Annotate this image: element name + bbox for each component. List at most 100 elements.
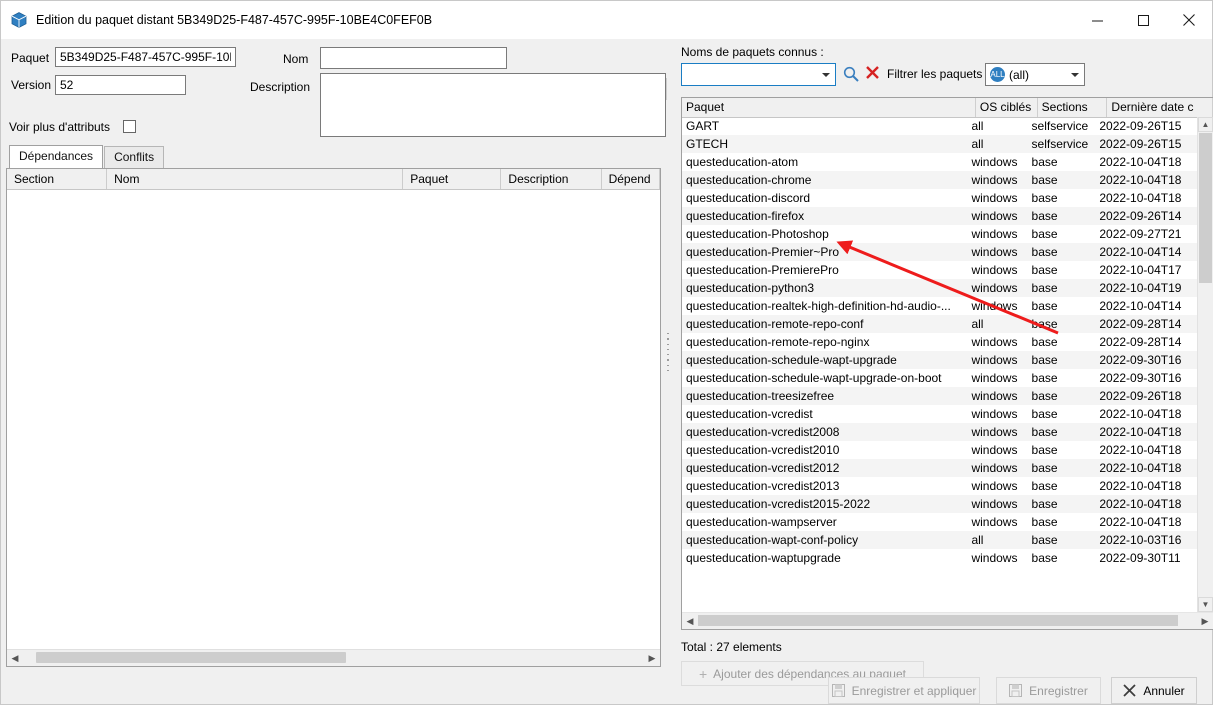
table-row[interactable]: questeducation-realtek-high-definition-h… — [682, 297, 1198, 315]
vscroll-thumb[interactable] — [1199, 133, 1212, 283]
chevron-down-icon[interactable] — [1071, 73, 1079, 77]
chevron-down-icon[interactable] — [822, 73, 830, 77]
col-header-date[interactable]: Dernière date c — [1107, 98, 1213, 117]
description-textarea[interactable] — [320, 73, 666, 137]
voir-plus-attributs-label: Voir plus d'attributs — [9, 120, 111, 134]
nom-input[interactable] — [320, 47, 507, 69]
cell-section: base — [1031, 407, 1058, 421]
cell-paquet: GTECH — [686, 137, 728, 151]
packages-table[interactable]: Paquet OS ciblés Sections Dernière date … — [681, 97, 1213, 630]
scroll-right-icon[interactable]: ▶ — [1197, 613, 1213, 629]
table-row[interactable]: questeducation-vcredist2008 windows base 20… — [682, 423, 1198, 441]
packages-table-header: Paquet OS ciblés Sections Dernière date … — [682, 98, 1213, 118]
save-and-apply-button[interactable]: Enregistrer et appliquer — [828, 677, 980, 704]
table-row[interactable]: questeducation-Photoshop windows base 2022-… — [682, 225, 1198, 243]
filter-packages-value: (all) — [1009, 67, 1029, 82]
cell-date: 2022-09-28T14 — [1099, 335, 1182, 349]
dependencies-grid[interactable]: Section Nom Paquet Description Dépend ◀ … — [6, 168, 661, 667]
table-row[interactable]: questeducation-wapt-conf-policy all base 20… — [682, 531, 1198, 549]
scroll-up-icon[interactable]: ▲ — [1198, 117, 1213, 132]
table-row[interactable]: questeducation-vcredist2015-2022 windows b… — [682, 495, 1198, 513]
clear-search-icon[interactable] — [865, 65, 880, 85]
table-row[interactable]: questeducation-waptupgrade windows base 202… — [682, 549, 1198, 567]
close-button[interactable] — [1166, 1, 1212, 39]
tab-dependances[interactable]: Dépendances — [9, 145, 104, 168]
cell-os: windows — [971, 173, 1018, 187]
paquet-input[interactable] — [55, 47, 236, 67]
cell-section: base — [1031, 425, 1058, 439]
scroll-left-icon[interactable]: ◀ — [7, 650, 23, 666]
cell-date: 2022-10-04T18 — [1099, 497, 1182, 511]
table-row[interactable]: questeducation-vcredist2012 windows base 20… — [682, 459, 1198, 477]
maximize-button[interactable] — [1120, 1, 1166, 39]
packages-table-body[interactable]: GART all selfservice 2022-09-26T15 GTECH all s… — [682, 117, 1198, 612]
cell-paquet: questeducation-schedule-wapt-upgrade — [686, 353, 897, 367]
table-row[interactable]: questeducation-remote-repo-nginx windows b… — [682, 333, 1198, 351]
table-row[interactable]: GTECH all selfservice 2022-09-26T15 — [682, 135, 1198, 153]
package-search-input[interactable] — [682, 64, 835, 85]
cell-section: base — [1031, 371, 1058, 385]
title-bar: Edition du paquet distant 5B349D25-F487-… — [1, 1, 1212, 39]
table-row[interactable]: questeducation-vcredist windows base 2022-1… — [682, 405, 1198, 423]
table-row[interactable]: questeducation-remote-repo-conf all base 20… — [682, 315, 1198, 333]
cell-section: base — [1031, 389, 1058, 403]
cell-paquet: questeducation-wampserver — [686, 515, 837, 529]
table-row[interactable]: questeducation-firefox windows base 2022-09… — [682, 207, 1198, 225]
table-row[interactable]: questeducation-discord windows base 2022-10… — [682, 189, 1198, 207]
table-row[interactable]: questeducation-schedule-wapt-upgrade wind… — [682, 351, 1198, 369]
scroll-down-icon[interactable]: ▼ — [1198, 597, 1213, 612]
col-header-os[interactable]: OS ciblés — [976, 98, 1038, 117]
cell-section: base — [1031, 335, 1058, 349]
packages-hscrollbar[interactable]: ◀ ▶ — [682, 612, 1213, 629]
dep-col-paquet[interactable]: Paquet — [403, 169, 502, 189]
cell-paquet: questeducation-vcredist2012 — [686, 461, 840, 475]
dep-col-section[interactable]: Section — [7, 169, 108, 189]
known-packages-pane: Noms de paquets connus : Filtrer les paq… — [673, 39, 1213, 686]
save-button[interactable]: Enregistrer — [996, 677, 1101, 704]
table-row[interactable]: questeducation-schedule-wapt-upgrade-on-… — [682, 369, 1198, 387]
cell-date: 2022-09-26T15 — [1099, 137, 1182, 151]
col-header-paquet[interactable]: Paquet — [682, 98, 976, 117]
dep-col-description[interactable]: Description — [501, 169, 602, 189]
table-row[interactable]: questeducation-python3 windows base 2022-10… — [682, 279, 1198, 297]
filter-packages-combo[interactable]: ALL (all) — [985, 63, 1085, 86]
cell-section: base — [1031, 281, 1058, 295]
version-input[interactable] — [55, 75, 186, 95]
packages-vscrollbar[interactable]: ▲ ▼ — [1197, 117, 1213, 612]
dependencies-hscrollbar[interactable]: ◀ ▶ — [7, 649, 660, 666]
minimize-button[interactable] — [1074, 1, 1120, 39]
cell-os: windows — [971, 353, 1018, 367]
cancel-button[interactable]: Annuler — [1111, 677, 1197, 704]
cell-paquet: questeducation-Premier~Pro — [686, 245, 840, 259]
table-row[interactable]: questeducation-PremierePro windows base 202… — [682, 261, 1198, 279]
tab-conflits[interactable]: Conflits — [104, 146, 165, 168]
window-controls — [1074, 1, 1212, 39]
dep-col-nom[interactable]: Nom — [107, 169, 404, 189]
cell-os: windows — [971, 515, 1018, 529]
voir-plus-attributs-checkbox[interactable] — [123, 120, 136, 133]
search-icon[interactable] — [842, 65, 860, 83]
dep-col-depend[interactable]: Dépend — [602, 169, 660, 189]
col-header-sections[interactable]: Sections — [1038, 98, 1108, 117]
table-row[interactable]: questeducation-wampserver windows base 2022… — [682, 513, 1198, 531]
scroll-left-icon[interactable]: ◀ — [682, 613, 698, 629]
table-row[interactable]: questeducation-chrome windows base 2022-10-… — [682, 171, 1198, 189]
cell-paquet: questeducation-wapt-conf-policy — [686, 533, 859, 547]
table-row[interactable]: questeducation-vcredist2013 windows base 20… — [682, 477, 1198, 495]
table-row[interactable]: questeducation-Premier~Pro windows base 202… — [682, 243, 1198, 261]
table-row[interactable]: questeducation-vcredist2010 windows base 20… — [682, 441, 1198, 459]
total-elements-label: Total : 27 elements — [681, 640, 782, 654]
table-row-partial[interactable] — [682, 567, 1198, 576]
cell-os: windows — [971, 407, 1018, 421]
scroll-right-icon[interactable]: ▶ — [644, 650, 660, 666]
hscroll-thumb[interactable] — [698, 615, 1178, 626]
pane-splitter[interactable] — [665, 331, 671, 373]
table-row[interactable]: questeducation-treesizefree windows base 20… — [682, 387, 1198, 405]
cell-os: windows — [971, 497, 1018, 511]
table-row[interactable]: GART all selfservice 2022-09-26T15 — [682, 117, 1198, 135]
cell-os: all — [971, 533, 984, 547]
hscroll-thumb[interactable] — [36, 652, 346, 663]
cell-paquet: questeducation-vcredist2013 — [686, 479, 840, 493]
package-search-box[interactable] — [681, 63, 836, 86]
table-row[interactable]: questeducation-atom windows base 2022-10-04… — [682, 153, 1198, 171]
